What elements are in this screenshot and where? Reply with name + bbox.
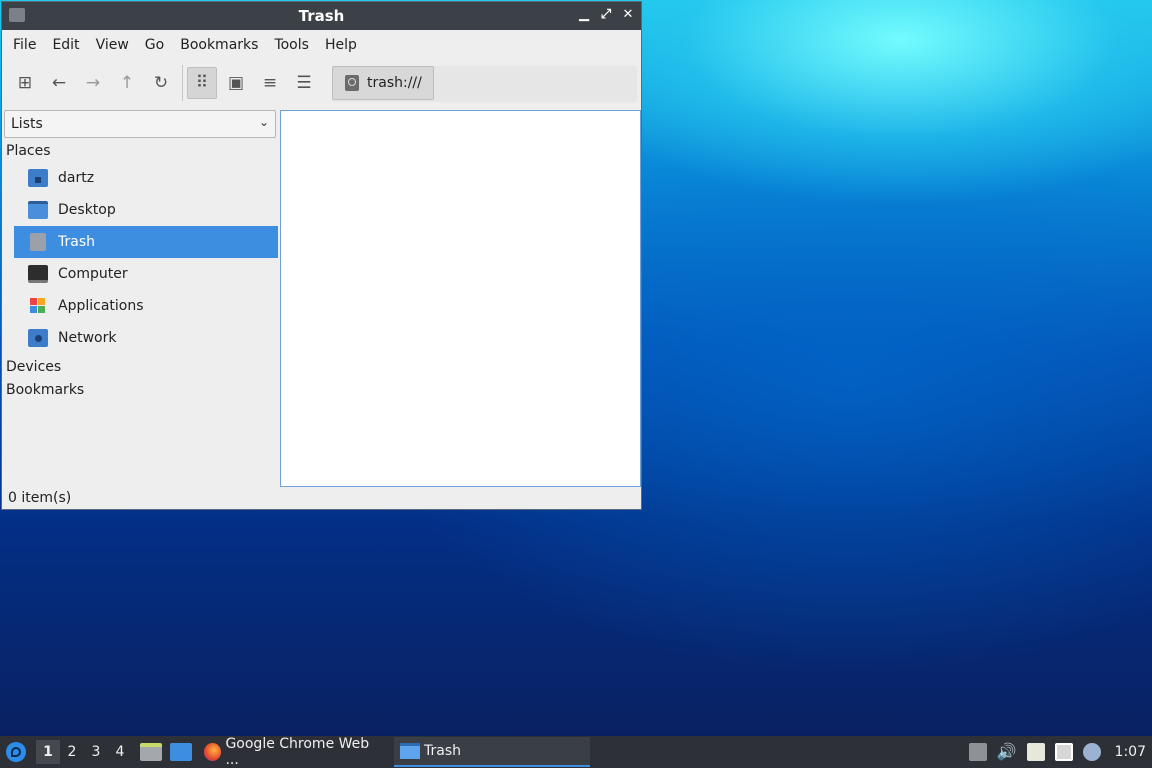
menu-bar: File Edit View Go Bookmarks Tools Help xyxy=(2,30,641,60)
sidebar-item-applications[interactable]: Applications xyxy=(14,290,278,322)
minimize-button[interactable]: ▁ xyxy=(577,7,591,23)
trash-icon xyxy=(30,233,46,251)
section-bookmarks[interactable]: Bookmarks xyxy=(4,379,278,401)
file-manager-launcher-icon[interactable] xyxy=(140,743,162,761)
network-status-icon[interactable] xyxy=(1054,743,1073,761)
reload-icon[interactable]: ↻ xyxy=(146,67,176,99)
sidebar-item-label: Applications xyxy=(58,298,144,314)
forward-arrow-icon[interactable]: → xyxy=(78,67,108,99)
sidebar-item-label: Trash xyxy=(58,234,95,250)
folder-icon xyxy=(400,743,420,759)
new-window-icon[interactable]: ⊞ xyxy=(10,67,40,99)
menu-file[interactable]: File xyxy=(5,37,44,53)
show-desktop-icon[interactable] xyxy=(170,743,192,761)
location-path: trash:/// xyxy=(367,75,422,91)
back-arrow-icon[interactable]: ← xyxy=(44,67,74,99)
notification-icon[interactable] xyxy=(1082,743,1101,761)
location-path-button[interactable]: trash:/// xyxy=(332,66,434,100)
sidebar-item-label: Network xyxy=(58,330,117,346)
detailed-list-view-icon[interactable]: ☰ xyxy=(289,67,319,99)
sidebar-item-label: Computer xyxy=(58,266,128,282)
firefox-icon xyxy=(204,743,222,761)
maximize-button[interactable]: ⤢ xyxy=(599,7,613,23)
home-folder-icon xyxy=(28,169,48,187)
file-list-pane[interactable] xyxy=(280,110,641,487)
network-icon xyxy=(28,329,48,347)
desktop-switch-3[interactable]: 3 xyxy=(84,740,108,764)
desktop-icon xyxy=(28,201,48,219)
menu-go[interactable]: Go xyxy=(137,37,172,53)
file-manager-window: Trash ▁ ⤢ ✕ File Edit View Go Bookmarks … xyxy=(1,1,642,510)
taskbar: 1 2 3 4 Google Chrome Web ... Trash 🔊 1:… xyxy=(0,736,1152,768)
menu-bookmarks[interactable]: Bookmarks xyxy=(172,37,266,53)
toolbar: ⊞ ← → ↑ ↻ ⠿ ▣ ≡ ☰ trash:/// xyxy=(2,60,641,106)
location-bar[interactable]: trash:/// xyxy=(332,66,637,102)
section-places[interactable]: Places xyxy=(4,140,278,162)
folder-icon xyxy=(9,8,25,22)
chevron-down-icon: ⌄ xyxy=(258,115,269,129)
desktop-switch-1[interactable]: 1 xyxy=(36,740,60,764)
task-chrome[interactable]: Google Chrome Web ... xyxy=(198,736,388,768)
start-menu-icon[interactable] xyxy=(6,742,26,762)
compact-view-icon[interactable]: ≡ xyxy=(255,67,285,99)
menu-view[interactable]: View xyxy=(88,37,137,53)
system-tray: 🔊 1:07 xyxy=(968,736,1152,768)
title-bar[interactable]: Trash ▁ ⤢ ✕ xyxy=(2,2,641,30)
sidebar-item-label: Desktop xyxy=(58,202,116,218)
menu-help[interactable]: Help xyxy=(317,37,365,53)
sidebar-item-trash[interactable]: Trash xyxy=(14,226,278,258)
sidebar-item-label: dartz xyxy=(58,170,95,186)
toolbar-separator xyxy=(182,65,183,101)
desktop-switch-2[interactable]: 2 xyxy=(60,740,84,764)
desktop-switch-4[interactable]: 4 xyxy=(108,740,132,764)
sidebar-item-desktop[interactable]: Desktop xyxy=(14,194,278,226)
sidebar-item-computer[interactable]: Computer xyxy=(14,258,278,290)
up-arrow-icon[interactable]: ↑ xyxy=(112,67,142,99)
close-button[interactable]: ✕ xyxy=(621,7,635,23)
side-pane: Lists ⌄ Places dartz Desktop Trash Compu… xyxy=(4,110,278,490)
menu-edit[interactable]: Edit xyxy=(44,37,87,53)
section-devices[interactable]: Devices xyxy=(4,356,278,378)
volume-icon[interactable]: 🔊 xyxy=(997,743,1017,761)
sidebar-item-dartz[interactable]: dartz xyxy=(14,162,278,194)
status-bar: 0 item(s) xyxy=(8,490,72,506)
window-title: Trash xyxy=(298,7,345,25)
task-trash[interactable]: Trash xyxy=(394,737,590,767)
icon-view-icon[interactable]: ⠿ xyxy=(187,67,217,99)
side-pane-mode-select[interactable]: Lists ⌄ xyxy=(4,110,276,138)
thumbnail-view-icon[interactable]: ▣ xyxy=(221,67,251,99)
side-pane-mode-value: Lists xyxy=(11,116,43,132)
applications-icon xyxy=(28,297,48,315)
task-label: Trash xyxy=(424,743,461,759)
sidebar-item-network[interactable]: Network xyxy=(14,322,278,354)
task-label: Google Chrome Web ... xyxy=(225,736,370,768)
clock[interactable]: 1:07 xyxy=(1115,744,1146,760)
trash-location-icon xyxy=(345,75,359,91)
computer-icon xyxy=(28,265,48,283)
menu-tools[interactable]: Tools xyxy=(266,37,317,53)
eject-icon[interactable] xyxy=(968,743,987,761)
clipboard-icon[interactable] xyxy=(1026,743,1045,761)
